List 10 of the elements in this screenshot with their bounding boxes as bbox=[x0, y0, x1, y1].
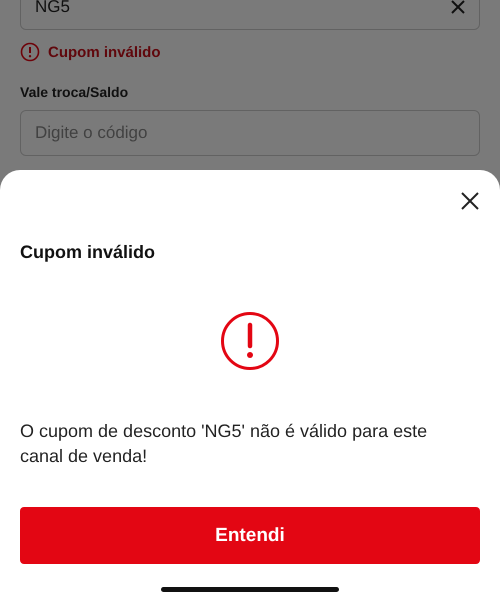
confirm-button[interactable]: Entendi bbox=[20, 507, 480, 564]
error-message: Cupom inválido bbox=[48, 44, 160, 60]
coupon-field[interactable]: NG5 bbox=[20, 0, 480, 30]
voucher-field[interactable]: Digite o código bbox=[20, 110, 480, 156]
dialog-title: Cupom inválido bbox=[20, 242, 156, 263]
alert-icon bbox=[20, 42, 40, 62]
field-label: Vale troca/Saldo bbox=[20, 84, 130, 100]
dialog-message: O cupom de desconto 'NG5' não é válido para este canal de venda! bbox=[20, 420, 428, 468]
alert-icon bbox=[220, 311, 280, 371]
close-icon[interactable] bbox=[461, 192, 479, 210]
